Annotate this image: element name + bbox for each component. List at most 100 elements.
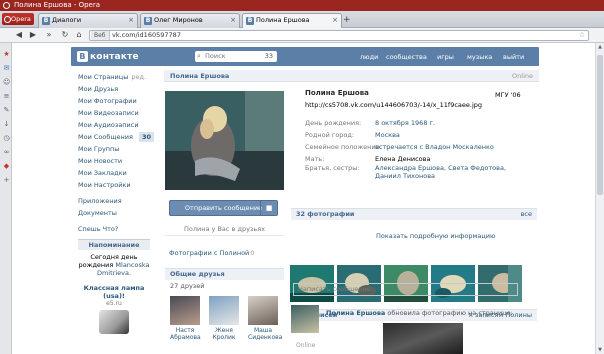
- ad-image[interactable]: [99, 310, 129, 334]
- friend-card[interactable]: Женя Кролик: [209, 296, 239, 341]
- downloads-icon[interactable]: ↓: [3, 121, 10, 128]
- address-field[interactable]: Веб vk.com/id160597787 ☆: [89, 30, 589, 41]
- contacts-icon[interactable]: ☺: [3, 79, 10, 86]
- photos-with-label: Фотографии с Полиной: [169, 249, 250, 257]
- menu-my-videos[interactable]: Мои Видеозаписи: [78, 107, 160, 119]
- profile-avatar[interactable]: [165, 91, 284, 190]
- forward-icon[interactable]: ▶: [28, 30, 38, 40]
- friend-photo[interactable]: [209, 296, 239, 325]
- video-call-icon[interactable]: ■: [260, 201, 277, 215]
- reload-icon[interactable]: ↻: [60, 30, 70, 40]
- notes-icon[interactable]: ✎: [3, 107, 10, 114]
- menu-my-audio[interactable]: Мои Аудиозаписи: [78, 119, 160, 131]
- info-key: Мать:: [305, 155, 325, 163]
- friend-name[interactable]: Женя Кролик: [209, 327, 239, 341]
- show-full-info-link[interactable]: Показать подробную информацию: [376, 232, 496, 240]
- friend-photo[interactable]: [170, 296, 200, 325]
- scroll-up-icon[interactable]: ▲: [596, 43, 604, 51]
- opera-menu-button[interactable]: Opera: [2, 13, 34, 25]
- wall-post-input[interactable]: Написать сообщение...: [293, 283, 518, 296]
- close-icon[interactable]: ×: [128, 14, 134, 27]
- search-input[interactable]: ⌕ Поиск 33: [195, 51, 277, 62]
- vk-favicon-icon: В: [246, 17, 254, 25]
- nav-communities[interactable]: сообщества: [386, 53, 427, 61]
- home-icon[interactable]: ⌂: [74, 30, 84, 40]
- profile-full-name: Полина Ершова: [305, 89, 369, 97]
- add-panel-icon[interactable]: +: [3, 177, 10, 184]
- menu-documents[interactable]: Документы: [78, 207, 160, 219]
- menu-my-photos[interactable]: Мои Фотографии: [78, 95, 160, 107]
- feeds-icon[interactable]: ≡: [3, 93, 10, 100]
- ad-block[interactable]: Классная лампа (usa)! e5.ru: [78, 284, 150, 334]
- close-icon[interactable]: ×: [230, 14, 236, 27]
- friend-name[interactable]: Настя Абрамова: [170, 327, 201, 341]
- info-key: Братья, сестры:: [305, 164, 360, 172]
- bookmarks-icon[interactable]: ★: [3, 51, 10, 58]
- nav-games[interactable]: игры: [437, 53, 454, 61]
- menu-my-settings[interactable]: Мои Настройки: [78, 179, 160, 191]
- new-tab-button[interactable]: +: [343, 15, 351, 25]
- tab-polina-ershova[interactable]: В Полина Ершова ×: [242, 13, 342, 28]
- tab-dialogs[interactable]: В Диалоги ×: [38, 13, 138, 28]
- menu-my-page[interactable]: Мои Страницы ред.: [78, 71, 160, 83]
- reminder-line1: Сегодня день: [90, 253, 138, 261]
- info-key: Семейное положение:: [305, 143, 382, 151]
- scroll-down-icon[interactable]: ▼: [596, 346, 604, 354]
- post-author-avatar[interactable]: [291, 305, 319, 333]
- fast-forward-icon[interactable]: »: [44, 30, 54, 40]
- vk-logo-icon: В: [77, 51, 88, 62]
- post-action-text: обновила фотографию на странице:: [387, 309, 513, 317]
- bookmark-star-icon[interactable]: ☆: [579, 31, 585, 40]
- friend-name[interactable]: Маша Сиденкова: [248, 327, 282, 341]
- info-value[interactable]: Александра Ершова, Света Федотова, Дании…: [375, 164, 515, 180]
- links-icon[interactable]: ∞: [3, 149, 10, 156]
- profile-status-text[interactable]: http://cs5708.vk.com/u144606703/-14/x_11…: [305, 101, 482, 109]
- messages-count-badge: 30: [138, 132, 154, 142]
- post-author[interactable]: Полина Ершова: [326, 309, 385, 317]
- profile-school[interactable]: МГУ '06: [495, 91, 521, 99]
- menu-my-groups[interactable]: Мои Группы: [78, 143, 160, 155]
- common-friends-header[interactable]: Общие друзья: [165, 268, 284, 280]
- photos-with-link[interactable]: Фотографии с Полиной0: [169, 249, 254, 257]
- photos-header[interactable]: 32 фотографии все: [291, 208, 537, 220]
- info-value[interactable]: 8 октября 1968 г.: [375, 119, 515, 127]
- menu-my-bookmarks[interactable]: Мои Закладки: [78, 167, 160, 179]
- vk-logo[interactable]: Вконтакте: [77, 51, 139, 63]
- history-icon[interactable]: ◷: [3, 135, 10, 142]
- back-icon[interactable]: ◀: [14, 30, 24, 40]
- menu-edit-link[interactable]: ред.: [131, 73, 146, 81]
- send-message-button[interactable]: Отправить сообщение ■: [169, 200, 278, 216]
- menu-extra[interactable]: Спешь Что?: [78, 223, 160, 235]
- profile-header-name: Полина Ершова: [170, 72, 230, 80]
- menu-my-news[interactable]: Мои Новости: [78, 155, 160, 167]
- close-icon[interactable]: ×: [332, 14, 338, 27]
- friend-card[interactable]: Маша Сиденкова: [248, 296, 282, 341]
- nav-logout[interactable]: выйти: [503, 53, 524, 61]
- tab-oleg-mironov[interactable]: В Олег Миронов ×: [140, 13, 240, 28]
- menu-my-messages[interactable]: Мои Сообщения 30: [78, 131, 160, 143]
- tab-label: Олег Миронов: [154, 16, 203, 24]
- nav-music[interactable]: музыка: [467, 53, 492, 61]
- post-photo[interactable]: [383, 323, 463, 354]
- menu-apps[interactable]: Приложения: [78, 195, 160, 207]
- menu-my-friends[interactable]: Мои Друзья: [78, 83, 160, 95]
- info-value[interactable]: Москва: [375, 131, 515, 139]
- friend-card[interactable]: Настя Абрамова: [170, 296, 201, 341]
- address-toolbar: ◀ ▶ » ↻ ⌂ Веб vk.com/id160597787 ☆: [0, 28, 604, 43]
- ad-title[interactable]: Классная лампа (usa)!: [78, 284, 150, 300]
- mail-icon[interactable]: ✉: [3, 65, 10, 72]
- menu-label: Мои Страницы: [78, 73, 129, 81]
- photos-with-count: 0: [250, 249, 255, 257]
- online-status: Online: [512, 72, 533, 80]
- common-friends-count: 27 друзей: [170, 282, 205, 290]
- nav-people[interactable]: люди: [360, 53, 378, 61]
- web-tag: Веб: [91, 31, 110, 40]
- friend-photo[interactable]: [248, 296, 278, 325]
- widgets-icon[interactable]: ◆: [3, 163, 10, 170]
- send-message-label: Отправить сообщение: [184, 204, 263, 212]
- info-value[interactable]: встречается с Владон Москаленко: [375, 143, 515, 151]
- reminder-block: Напоминание Сегодня день рождения Mlanco…: [78, 239, 150, 280]
- page-scrollbar[interactable]: ▲ ▼: [595, 43, 604, 354]
- photos-all-link[interactable]: все: [521, 209, 532, 220]
- scrollbar-thumb[interactable]: [597, 55, 603, 195]
